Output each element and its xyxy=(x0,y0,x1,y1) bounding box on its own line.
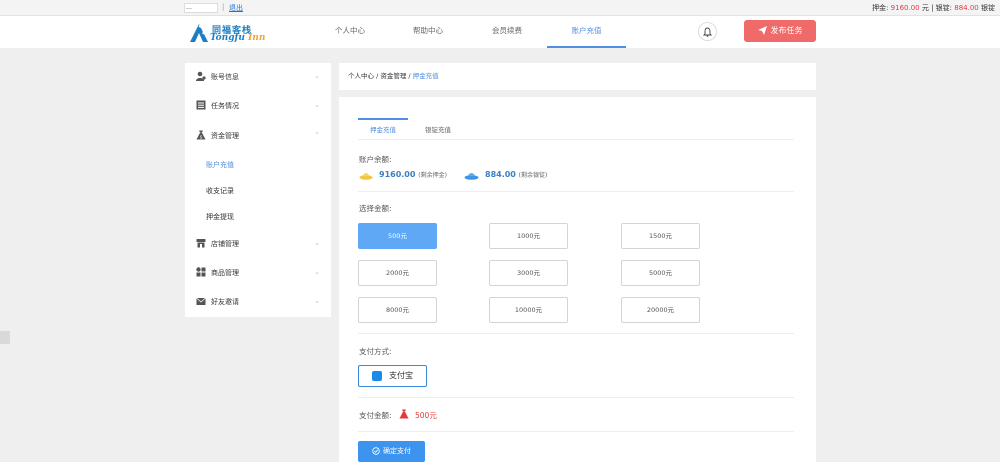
top-balances: 押金: 9160.00 元 | 银锭: 884.00 银锭 xyxy=(872,3,995,13)
deposit-balance-value: 9160.00 xyxy=(379,170,416,179)
deposit-balance-note: (剩余押金) xyxy=(418,172,447,179)
pay-amount-label: 支付金额: xyxy=(359,411,392,420)
ingot-value: 884.00 xyxy=(954,4,979,12)
divider xyxy=(358,333,794,334)
pay-amount-value: 500元 xyxy=(415,411,437,420)
sidebar-item-friend-invite[interactable]: 好友邀请 ⌄ xyxy=(185,288,331,316)
breadcrumb-fund-management[interactable]: 资金管理 xyxy=(380,72,406,80)
balance-title: 账户余额: xyxy=(359,155,392,164)
alipay-icon xyxy=(372,371,382,381)
ingot-balance: 884.00 (剩余银锭) xyxy=(485,170,547,179)
top-separator: | xyxy=(222,3,225,11)
logo-en-part2: Inn xyxy=(248,33,266,43)
sidebar-item-account-info[interactable]: 账号信息 ⌄ xyxy=(185,63,331,91)
gold-ingot-icon xyxy=(359,173,373,180)
confirm-payment-button[interactable]: 确定支付 xyxy=(358,441,425,462)
ingot-balance-value: 884.00 xyxy=(485,170,516,179)
amount-option-1000[interactable]: 1000元 xyxy=(489,223,568,249)
check-circle-icon xyxy=(372,447,380,455)
sidebar-item-fund-management[interactable]: $ 资金管理 ⌃ xyxy=(185,122,331,150)
sidebar: 账号信息 ⌄ 任务情况 ⌄ $ 资金管理 ⌃ 账户充值 收支记录 押金提现 店铺… xyxy=(185,63,331,317)
ingot-unit: 银锭 xyxy=(981,4,995,12)
nav-membership-renew[interactable]: 会员续费 xyxy=(477,16,537,48)
deposit-value: 9160.00 xyxy=(890,4,920,12)
sidebar-item-label: 商品管理 xyxy=(211,269,239,277)
svg-text:$: $ xyxy=(200,135,203,140)
paper-plane-icon xyxy=(757,26,767,35)
chevron-down-icon: ⌄ xyxy=(314,297,320,305)
store-icon xyxy=(196,239,206,248)
logo-en-text: Tongfu Inn xyxy=(210,33,265,43)
choose-amount-title: 选择金额: xyxy=(359,204,392,213)
amount-option-5000[interactable]: 5000元 xyxy=(621,260,700,286)
tab-deposit-recharge[interactable]: 押金充值 xyxy=(358,118,408,134)
tab-ingot-recharge[interactable]: 银锭充值 xyxy=(415,118,461,134)
breadcrumb-personal-center[interactable]: 个人中心 xyxy=(348,72,374,80)
chevron-up-icon: ⌃ xyxy=(314,131,320,139)
top-separator-2: | xyxy=(931,4,934,12)
divider xyxy=(358,191,794,192)
divider xyxy=(358,431,794,432)
money-bag-icon xyxy=(399,409,409,419)
amount-option-10000[interactable]: 10000元 xyxy=(489,297,568,323)
logo-mark-icon xyxy=(190,24,208,42)
alipay-option[interactable]: 支付宝 xyxy=(358,365,427,387)
sidebar-item-label: 账号信息 xyxy=(211,73,239,81)
ingot-balance-note: (剩余银锭) xyxy=(518,172,548,179)
amount-option-500[interactable]: 500元 xyxy=(358,223,437,249)
sidebar-item-product-management[interactable]: 商品管理 ⌄ xyxy=(185,259,331,287)
sidebar-item-label: 店铺管理 xyxy=(211,240,239,248)
recharge-panel: 押金充值 银锭充值 账户余额: 9160.00 (剩余押金) 884.00 (剩… xyxy=(339,97,816,462)
logout-link[interactable]: 退出 xyxy=(229,3,243,13)
chevron-down-icon: ⌄ xyxy=(314,101,320,109)
money-bag-icon: $ xyxy=(196,130,206,140)
alipay-label: 支付宝 xyxy=(389,371,413,380)
deposit-unit: 元 xyxy=(921,4,929,12)
publish-task-button[interactable]: 发布任务 xyxy=(744,20,816,42)
confirm-payment-label: 确定支付 xyxy=(383,447,411,455)
ingot-label: 银锭: xyxy=(935,4,953,12)
amount-option-3000[interactable]: 3000元 xyxy=(489,260,568,286)
notification-button[interactable] xyxy=(698,22,717,41)
mail-icon xyxy=(196,297,206,305)
side-toggle-button[interactable] xyxy=(0,331,10,344)
silver-ingot-icon xyxy=(464,173,479,180)
chevron-down-icon: ⌄ xyxy=(314,239,320,247)
deposit-balance: 9160.00 (剩余押金) xyxy=(379,170,447,179)
publish-task-label: 发布任务 xyxy=(770,26,803,35)
divider xyxy=(358,397,794,398)
amount-option-1500[interactable]: 1500元 xyxy=(621,223,700,249)
top-bar: … | 退出 押金: 9160.00 元 | 银锭: 884.00 银锭 xyxy=(0,0,1000,16)
logo-en-part1: Tongfu xyxy=(210,33,249,43)
header: 同福客栈 Tongfu Inn 个人中心 帮助中心 会员续费 账户充值 发布任务 xyxy=(0,16,1000,48)
user-icon xyxy=(196,71,206,81)
chevron-down-icon: ⌄ xyxy=(314,268,320,276)
sidebar-item-label: 资金管理 xyxy=(211,132,239,140)
deposit-label: 押金: xyxy=(872,4,889,12)
pay-method-title: 支付方式: xyxy=(359,347,392,356)
username-field: … xyxy=(184,3,218,13)
amount-option-2000[interactable]: 2000元 xyxy=(358,260,437,286)
bell-icon xyxy=(703,27,712,37)
sidebar-item-label: 好友邀请 xyxy=(211,298,239,306)
sidebar-item-task-status[interactable]: 任务情况 ⌄ xyxy=(185,92,331,120)
grid-icon xyxy=(196,267,206,277)
sidebar-sub-income-expense[interactable]: 收支记录 xyxy=(206,186,234,196)
nav-account-recharge[interactable]: 账户充值 xyxy=(547,16,626,48)
breadcrumb-current: 押金充值 xyxy=(412,72,439,80)
amount-option-8000[interactable]: 8000元 xyxy=(358,297,437,323)
sidebar-sub-deposit-withdraw[interactable]: 押金提现 xyxy=(206,212,234,222)
sidebar-item-store-management[interactable]: 店铺管理 ⌄ xyxy=(185,230,331,258)
nav-personal-center[interactable]: 个人中心 xyxy=(320,16,380,48)
chevron-down-icon: ⌄ xyxy=(314,72,320,80)
task-list-icon xyxy=(196,100,206,110)
amount-option-20000[interactable]: 20000元 xyxy=(621,297,700,323)
nav-help-center[interactable]: 帮助中心 xyxy=(398,16,458,48)
tab-divider xyxy=(358,139,794,140)
breadcrumb: 个人中心 / 资金管理 / 押金充值 xyxy=(339,63,816,90)
logo[interactable]: 同福客栈 Tongfu Inn xyxy=(188,22,265,44)
sidebar-item-label: 任务情况 xyxy=(211,102,239,110)
sidebar-sub-account-recharge[interactable]: 账户充值 xyxy=(206,160,234,170)
